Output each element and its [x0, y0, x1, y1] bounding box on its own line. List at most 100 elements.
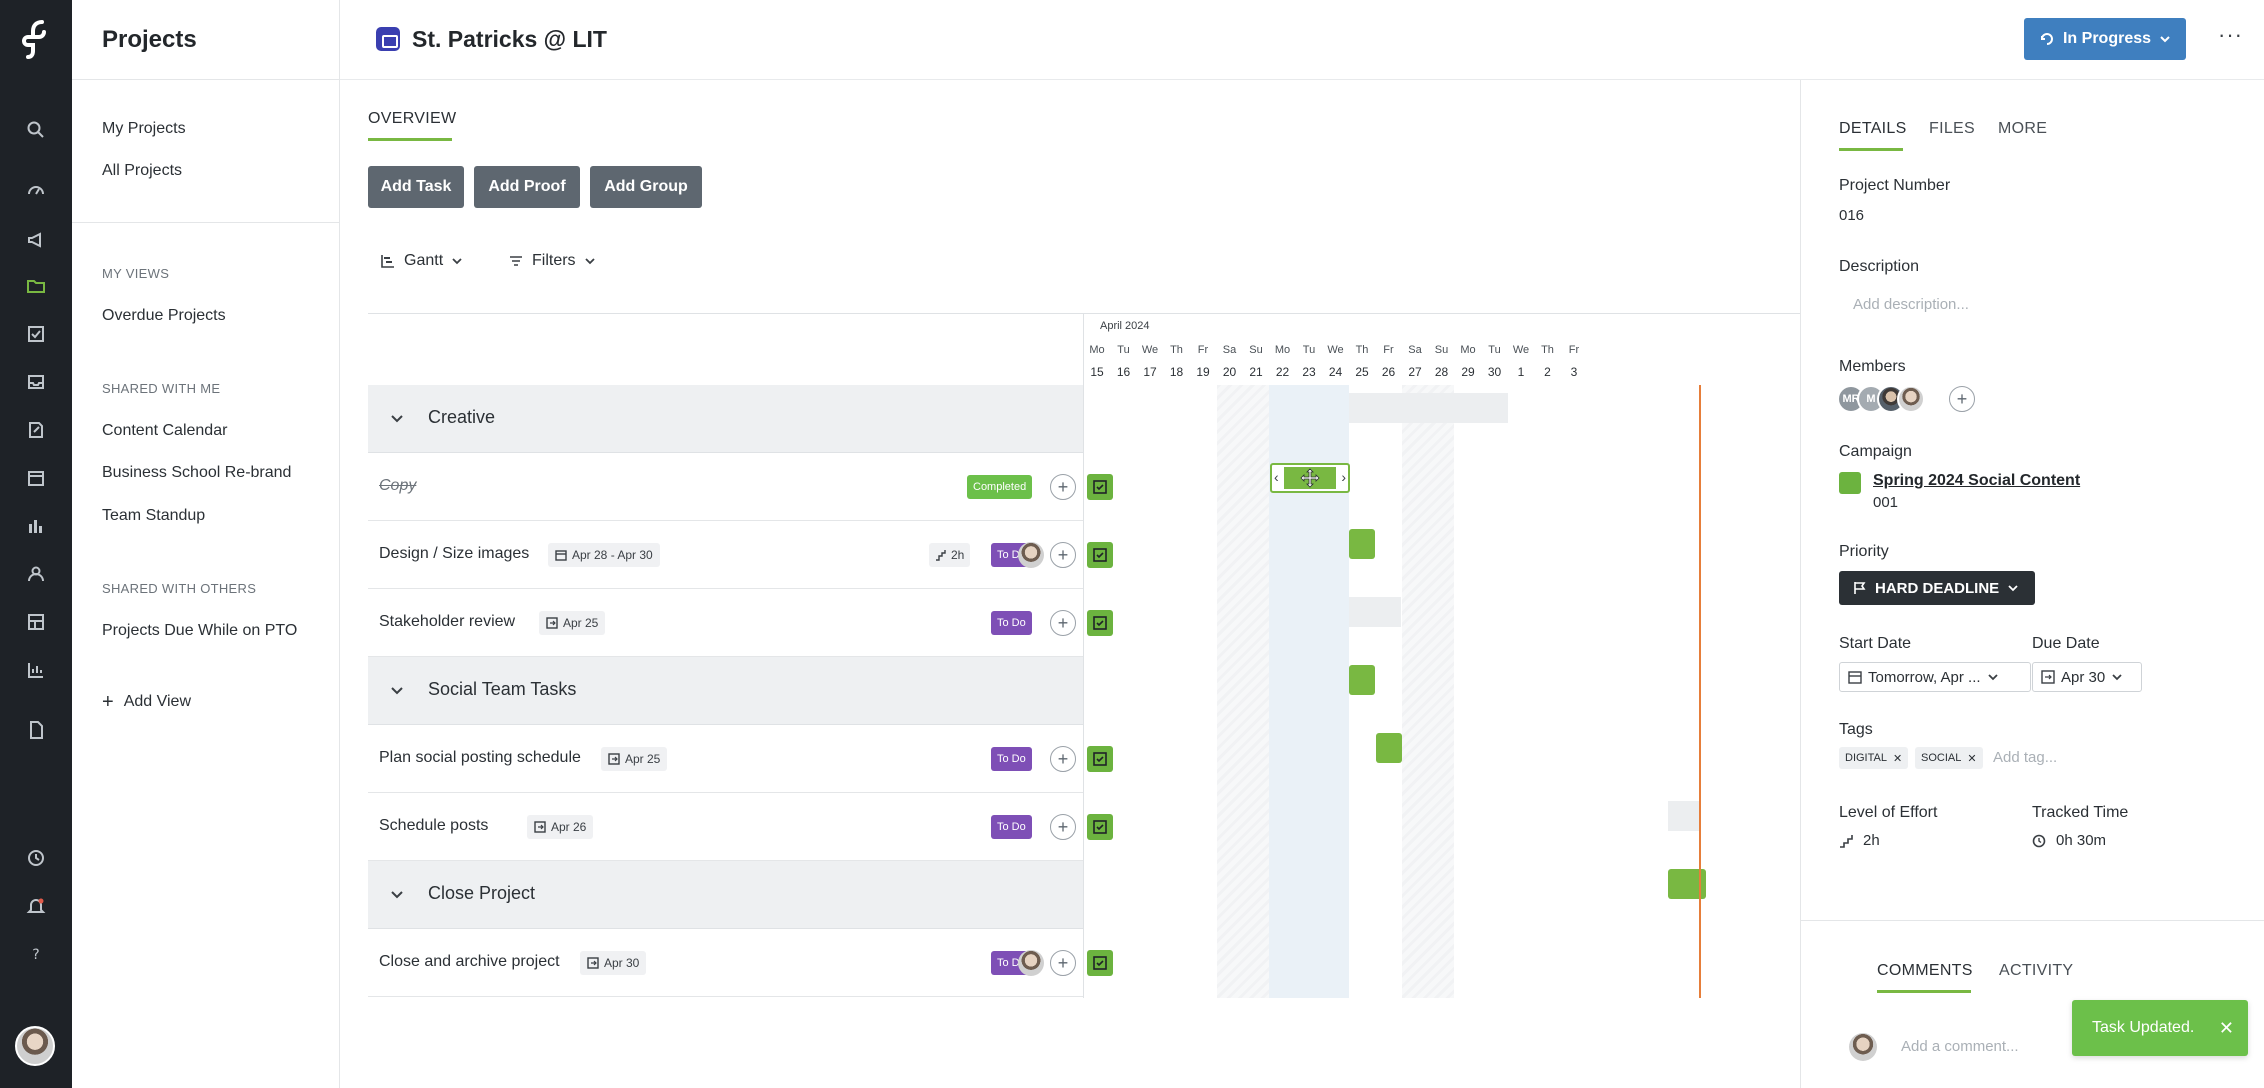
- level-of-effort-value[interactable]: 2h: [1839, 832, 1880, 849]
- start-date-field[interactable]: Tomorrow, Apr ...: [1839, 662, 2031, 692]
- tasks-icon[interactable]: [22, 320, 50, 348]
- bell-icon[interactable]: [22, 892, 50, 920]
- date-chip[interactable]: Apr 28 - Apr 30: [548, 543, 660, 567]
- view-mode-dropdown[interactable]: Gantt: [380, 252, 463, 270]
- chevron-down-icon[interactable]: [386, 679, 408, 701]
- tab-overview[interactable]: OVERVIEW: [368, 110, 456, 128]
- add-assignee-button[interactable]: +: [1050, 610, 1076, 636]
- priority-dropdown[interactable]: HARD DEADLINE: [1839, 571, 2035, 605]
- assignee-avatar[interactable]: [1018, 542, 1044, 568]
- campaign-icon[interactable]: [22, 226, 50, 254]
- gantt-bar-schedule-posts[interactable]: [1376, 733, 1402, 763]
- group-row-close-project[interactable]: Close Project: [368, 861, 1083, 929]
- nav-view-business-school[interactable]: Business School Re-brand: [102, 464, 291, 482]
- user-avatar[interactable]: [15, 1026, 55, 1066]
- comment-input[interactable]: Add a comment...: [1901, 1038, 2019, 1055]
- remove-tag-icon[interactable]: ✕: [1967, 752, 1976, 765]
- status-badge[interactable]: Completed: [967, 475, 1033, 499]
- due-date-field[interactable]: Apr 30: [2032, 662, 2142, 692]
- add-assignee-button[interactable]: +: [1050, 814, 1076, 840]
- people-icon[interactable]: [22, 560, 50, 588]
- search-icon[interactable]: [22, 116, 50, 144]
- campaign-link[interactable]: Spring 2024 Social Content: [1873, 472, 2080, 490]
- chevron-down-icon[interactable]: [386, 883, 408, 905]
- task-row-plan-social-posting[interactable]: Plan social posting schedule Apr 25 To D…: [368, 725, 1113, 793]
- folder-icon[interactable]: [22, 272, 50, 300]
- add-group-button[interactable]: Add Group: [590, 166, 702, 208]
- gantt-bar-design-size-images[interactable]: ‹ ›: [1270, 463, 1350, 493]
- tag-chip[interactable]: DIGITAL ✕: [1839, 747, 1909, 769]
- nav-all-projects[interactable]: All Projects: [102, 162, 182, 180]
- filters-dropdown[interactable]: Filters: [508, 252, 596, 270]
- date-chip[interactable]: Apr 25: [539, 611, 606, 635]
- chevron-down-icon[interactable]: [386, 407, 408, 429]
- calendar-icon[interactable]: [22, 464, 50, 492]
- task-row-close-and-archive[interactable]: Close and archive project Apr 30 To Do +: [368, 929, 1113, 997]
- resize-left-handle[interactable]: ‹: [1274, 469, 1279, 485]
- date-chip[interactable]: Apr 25: [601, 747, 668, 771]
- close-icon[interactable]: ✕: [2219, 1018, 2234, 1039]
- nav-my-projects[interactable]: My Projects: [102, 120, 186, 138]
- tab-activity[interactable]: ACTIVITY: [1999, 962, 2073, 980]
- member-avatar[interactable]: [1897, 385, 1925, 413]
- add-task-button[interactable]: Add Task: [368, 166, 464, 208]
- tracked-time-value[interactable]: 0h 30m: [2032, 832, 2106, 849]
- status-badge[interactable]: To Do: [991, 611, 1032, 635]
- add-assignee-button[interactable]: +: [1050, 542, 1076, 568]
- task-name[interactable]: Schedule posts: [379, 817, 488, 835]
- task-name[interactable]: Design / Size images: [379, 545, 529, 563]
- status-badge[interactable]: To Do: [991, 747, 1032, 771]
- description-input[interactable]: Add description...: [1853, 296, 1969, 313]
- document-icon[interactable]: [22, 716, 50, 744]
- status-dropdown[interactable]: In Progress: [2024, 18, 2186, 60]
- clock-icon[interactable]: [22, 844, 50, 872]
- dashboard-icon[interactable]: [22, 176, 50, 204]
- task-name[interactable]: Copy: [379, 477, 416, 495]
- add-view-button[interactable]: + Add View: [102, 692, 191, 712]
- app-logo-icon[interactable]: [12, 16, 60, 64]
- status-badge[interactable]: To Do: [991, 815, 1032, 839]
- analytics-icon[interactable]: [22, 656, 50, 684]
- resize-right-handle[interactable]: ›: [1341, 469, 1346, 485]
- task-name[interactable]: Close and archive project: [379, 953, 560, 971]
- reports-icon[interactable]: [22, 512, 50, 540]
- tab-details[interactable]: DETAILS: [1839, 120, 1907, 138]
- tab-comments[interactable]: COMMENTS: [1877, 962, 1973, 980]
- nav-view-overdue-projects[interactable]: Overdue Projects: [102, 307, 226, 325]
- add-tag-input[interactable]: Add tag...: [1993, 749, 2057, 766]
- nav-view-pto[interactable]: Projects Due While on PTO: [102, 622, 297, 640]
- layout-icon[interactable]: [22, 608, 50, 636]
- group-row-creative[interactable]: Creative: [368, 385, 1083, 453]
- add-proof-button[interactable]: Add Proof: [474, 166, 580, 208]
- tab-more[interactable]: MORE: [1998, 120, 2047, 138]
- task-name[interactable]: Plan social posting schedule: [379, 749, 581, 767]
- add-assignee-button[interactable]: +: [1050, 474, 1076, 500]
- task-row-schedule-posts[interactable]: Schedule posts Apr 26 To Do +: [368, 793, 1113, 861]
- proof-icon[interactable]: [22, 416, 50, 444]
- gantt-bar-stakeholder-review[interactable]: [1349, 529, 1375, 559]
- inbox-icon[interactable]: [22, 368, 50, 396]
- task-row-design-size-images[interactable]: Design / Size images Apr 28 - Apr 30 2h …: [368, 521, 1113, 589]
- task-name[interactable]: Stakeholder review: [379, 613, 515, 631]
- nav-view-team-standup[interactable]: Team Standup: [102, 507, 205, 525]
- task-row-stakeholder-review[interactable]: Stakeholder review Apr 25 To Do +: [368, 589, 1113, 657]
- add-member-button[interactable]: +: [1949, 386, 1975, 412]
- more-options-button[interactable]: ···: [2218, 22, 2243, 48]
- remove-tag-icon[interactable]: ✕: [1893, 752, 1902, 765]
- add-assignee-button[interactable]: +: [1050, 950, 1076, 976]
- date-chip[interactable]: Apr 26: [527, 815, 594, 839]
- task-row-copy[interactable]: Copy Completed +: [368, 453, 1113, 521]
- gantt-group-bar-creative[interactable]: [1349, 393, 1508, 423]
- tab-files[interactable]: FILES: [1929, 120, 1975, 138]
- gantt-group-bar-close[interactable]: [1668, 801, 1699, 831]
- effort-chip[interactable]: 2h: [929, 543, 971, 567]
- gantt-bar-plan-social-posting[interactable]: [1349, 665, 1375, 695]
- add-assignee-button[interactable]: +: [1050, 746, 1076, 772]
- help-icon[interactable]: ?: [22, 940, 50, 968]
- group-row-social-team-tasks[interactable]: Social Team Tasks: [368, 657, 1083, 725]
- nav-view-content-calendar[interactable]: Content Calendar: [102, 422, 227, 440]
- assignee-avatar[interactable]: [1018, 950, 1044, 976]
- gantt-group-bar-social[interactable]: [1349, 597, 1401, 627]
- date-chip[interactable]: Apr 30: [580, 951, 647, 975]
- tag-chip[interactable]: SOCIAL ✕: [1915, 747, 1983, 769]
